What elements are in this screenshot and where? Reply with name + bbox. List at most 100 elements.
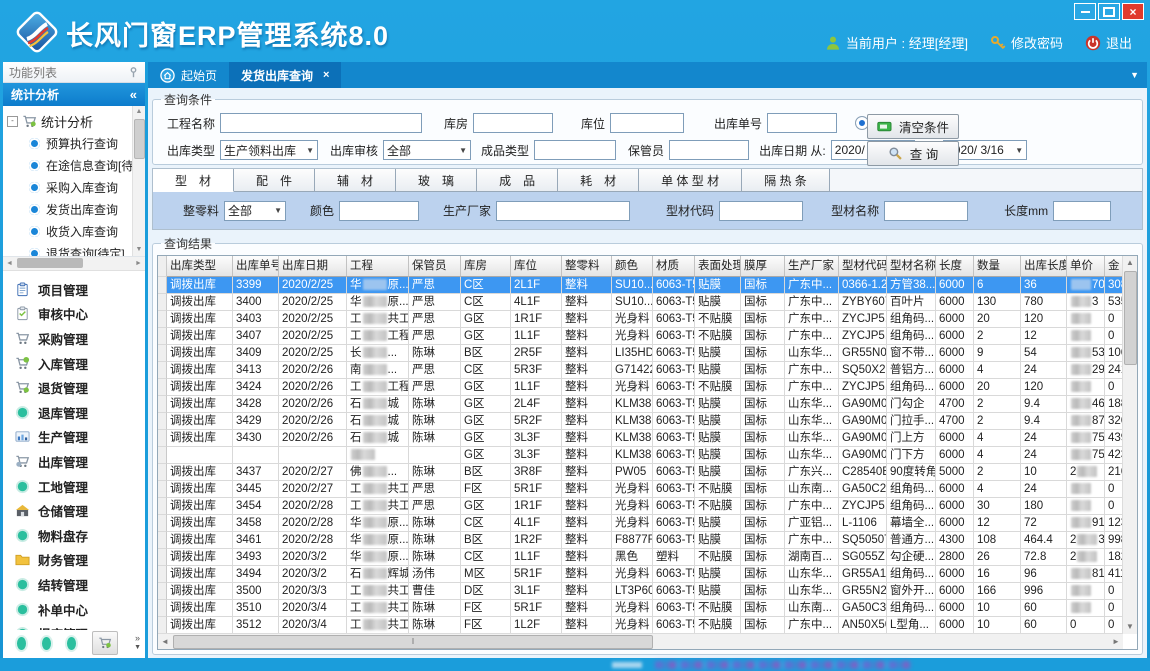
audit-select[interactable]: 全部▼ [383, 140, 471, 160]
scroll-down-icon[interactable]: ▼ [1123, 620, 1137, 634]
sidebar-module-项目管理[interactable]: 项目管理 [3, 277, 145, 302]
tree-horizontal-scrollbar[interactable]: ◄ ► [3, 257, 145, 271]
scroll-right-icon[interactable]: ► [1109, 634, 1123, 649]
scroll-left-icon[interactable]: ◄ [3, 257, 16, 270]
column-header-出库类型[interactable]: 出库类型 [167, 256, 233, 277]
search-button[interactable]: 查 询 [867, 141, 959, 166]
profile-code-input[interactable] [719, 201, 803, 221]
factory-input[interactable] [496, 201, 630, 221]
column-header-整零料[interactable]: 整零料 [562, 256, 612, 277]
close-button[interactable]: × [1122, 3, 1144, 20]
table-row[interactable]: 调拨出库34302020/2/26石城陈琳G区3L3F整料KLM38176063… [158, 430, 1123, 447]
material-tab-单体型材[interactable]: 单 体 型 材 [639, 169, 742, 191]
column-header-库房[interactable]: 库房 [461, 256, 511, 277]
scroll-left-icon[interactable]: ◄ [158, 634, 172, 649]
tab-close-icon[interactable]: × [323, 69, 329, 81]
tree-root-statistics[interactable]: - 统计分析 [7, 110, 132, 132]
column-header-单价[interactable]: 单价 [1067, 256, 1105, 277]
sidebar-module-工地管理[interactable]: 工地管理 [3, 474, 145, 499]
column-header-材质[interactable]: 材质 [653, 256, 695, 277]
tab-shipment-outbound-query[interactable]: 发货出库查询 × [229, 62, 341, 88]
table-row[interactable]: 调拨出库34942020/3/2石辉城汤伟M区5R1F整料光身料6063-T5贴… [158, 566, 1123, 583]
tree-scroll-thumb[interactable] [134, 119, 145, 159]
pin-icon[interactable] [128, 67, 139, 78]
column-header-出库日期[interactable]: 出库日期 [279, 256, 347, 277]
keeper-input[interactable] [669, 140, 749, 160]
column-header-型材代码[interactable]: 型材代码 [839, 256, 887, 277]
column-header-表面处理[interactable]: 表面处理 [695, 256, 741, 277]
location-input[interactable] [610, 113, 684, 133]
tree-item-退货查询[待定][interactable]: 退货查询[待定] [7, 242, 132, 257]
out-type-select[interactable]: 生产领料出库▼ [220, 140, 318, 160]
column-header-生产厂家[interactable]: 生产厂家 [785, 256, 839, 277]
column-header-库位[interactable]: 库位 [511, 256, 562, 277]
scroll-up-icon[interactable]: ▲ [133, 106, 145, 118]
table-row[interactable]: 调拨出库34452020/2/27工共工程严思F区5R1F整料光身料6063-T… [158, 481, 1123, 498]
whole-part-select[interactable]: 全部▼ [224, 201, 286, 221]
table-row[interactable]: 调拨出库34132020/2/26南...严思C区5R3F整料G71422606… [158, 362, 1123, 379]
tree-hscroll-thumb[interactable] [17, 258, 83, 268]
tree-item-采购入库查询[interactable]: 采购入库查询 [7, 176, 132, 198]
scroll-up-icon[interactable]: ▲ [1123, 256, 1137, 270]
table-row[interactable]: 调拨出库35002020/3/3工共工程曹佳D区3L1F整料LT3P606063… [158, 583, 1123, 600]
profile-name-input[interactable] [884, 201, 968, 221]
table-row[interactable]: G区3L3F整料KLM38176063-T5贴膜国标山东华...GA90M09.… [158, 447, 1123, 464]
table-row[interactable]: 调拨出库34032020/2/25工共工程严思G区1R1F整料光身料6063-T… [158, 311, 1123, 328]
sidebar-module-退库管理[interactable]: 退库管理 [3, 400, 145, 425]
scroll-right-icon[interactable]: ► [132, 257, 145, 270]
table-row[interactable]: 调拨出库34072020/2/25工工程严思G区1L1F整料光身料6063-T5… [158, 328, 1123, 345]
column-header-型材名称[interactable]: 型材名称 [887, 256, 936, 277]
tree-item-收货入库查询[interactable]: 收货入库查询 [7, 220, 132, 242]
length-input[interactable] [1053, 201, 1111, 221]
table-row[interactable]: 调拨出库34932020/3/2华原...陈琳C区1L1F整料黑色塑料不贴膜国标… [158, 549, 1123, 566]
tree-item-发货出库查询[interactable]: 发货出库查询 [7, 198, 132, 220]
table-row[interactable]: 调拨出库34282020/2/26石城陈琳G区2L4F整料KLM38176063… [158, 396, 1123, 413]
product-type-input[interactable] [534, 140, 616, 160]
table-row[interactable]: 调拨出库34542020/2/28工共工程严思G区1R1F整料光身料6063-T… [158, 498, 1123, 515]
sidebar-module-报废管理[interactable]: 报废管理 [3, 621, 145, 630]
column-header-工程[interactable]: 工程 [347, 256, 409, 277]
column-header-膜厚[interactable]: 膜厚 [741, 256, 785, 277]
sidebar-module-仓储管理[interactable]: 仓储管理 [3, 498, 145, 523]
material-tab-配件[interactable]: 配 件 [234, 169, 315, 191]
column-header-金[interactable]: 金 [1105, 256, 1123, 277]
change-password-button[interactable]: 修改密码 [990, 33, 1063, 52]
tree-expander-icon[interactable]: - [7, 116, 18, 127]
module-shortcut-dot[interactable] [67, 637, 76, 650]
sidebar-module-出库管理[interactable]: 出库管理 [3, 449, 145, 474]
collapse-icon[interactable]: « [130, 87, 137, 102]
color-input[interactable] [339, 201, 419, 221]
table-row[interactable]: 调拨出库35102020/3/4工共工程陈琳F区5R1F整料光身料6063-T5… [158, 600, 1123, 617]
warehouse-input[interactable] [473, 113, 553, 133]
tree-item-在途信息查询[待[interactable]: 在途信息查询[待 [7, 154, 132, 176]
sidebar-module-退货管理[interactable]: 退货管理 [3, 375, 145, 400]
column-header-颜色[interactable]: 颜色 [612, 256, 653, 277]
maximize-button[interactable] [1098, 3, 1120, 20]
column-header-长度[interactable]: 长度 [936, 256, 974, 277]
table-row[interactable]: 调拨出库34292020/2/26石城陈琳G区5R2F整料KLM38176063… [158, 413, 1123, 430]
grid-vertical-scrollbar[interactable]: ▲ ▼ [1122, 256, 1137, 634]
sidebar-module-补单中心[interactable]: 补单中心 [3, 597, 145, 622]
sidebar-module-财务管理[interactable]: 财务管理 [3, 548, 145, 573]
material-tab-成品[interactable]: 成 品 [477, 169, 558, 191]
table-row[interactable]: 调拨出库35122020/3/4工共工程陈琳F区1L2F整料光身料6063-T5… [158, 617, 1123, 634]
column-header-出库长度[interactable]: 出库长度 [1021, 256, 1067, 277]
grid-horizontal-scrollbar[interactable]: ◄ ‖ ► [158, 633, 1123, 649]
material-tab-辅材[interactable]: 辅 材 [315, 169, 396, 191]
tree-item-预算执行查询[interactable]: 预算执行查询 [7, 132, 132, 154]
sidebar-module-采购管理[interactable]: 采购管理 [3, 326, 145, 351]
scroll-down-icon[interactable]: ▼ [133, 244, 145, 256]
module-shortcut-dot[interactable] [17, 637, 26, 650]
order-no-input[interactable] [767, 113, 837, 133]
table-row[interactable]: 调拨出库34372020/2/27佛...陈琳B区3R8F整料PW056063-… [158, 464, 1123, 481]
tab-list-dropdown-icon[interactable]: ▼ [1130, 70, 1139, 80]
material-tab-耗材[interactable]: 耗 材 [558, 169, 639, 191]
material-tab-隔热条[interactable]: 隔 热 条 [742, 169, 830, 191]
column-header-数量[interactable]: 数量 [974, 256, 1021, 277]
minimize-button[interactable] [1074, 3, 1096, 20]
sidebar-module-审核中心[interactable]: 审核中心 [3, 302, 145, 327]
table-row[interactable]: 调拨出库34002020/2/25华原...严思C区4L1F整料SU10...6… [158, 294, 1123, 311]
column-header-出库单号[interactable]: 出库单号 [233, 256, 279, 277]
sidebar-module-生产管理[interactable]: 生产管理 [3, 425, 145, 450]
clear-conditions-button[interactable]: 清空条件 [867, 114, 959, 139]
